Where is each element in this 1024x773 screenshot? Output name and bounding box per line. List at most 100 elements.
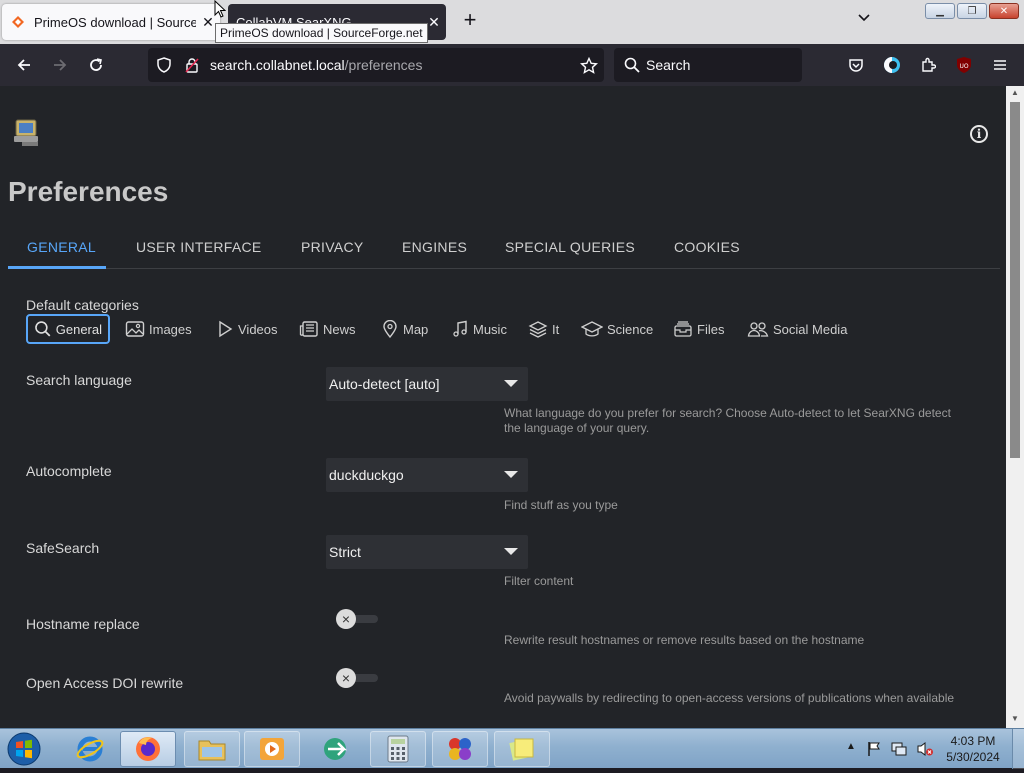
scroll-up-arrow-icon[interactable]: ▲ — [1006, 86, 1024, 100]
category-videos[interactable]: Videos — [216, 314, 278, 344]
start-button[interactable] — [4, 730, 44, 768]
doi-rewrite-toggle[interactable]: × — [336, 667, 378, 689]
search-language-select[interactable]: Auto-detect [auto] — [326, 367, 528, 401]
doi-rewrite-help: Avoid paywalls by redirecting to open-ac… — [504, 691, 955, 705]
safesearch-help: Filter content — [504, 574, 574, 588]
extensions-button[interactable] — [916, 53, 940, 77]
image-icon — [125, 321, 145, 337]
taskbar-firefox[interactable] — [120, 731, 176, 767]
category-news[interactable]: News — [299, 314, 356, 344]
selected-value: duckduckgo — [329, 467, 404, 483]
tab-special-queries[interactable]: SPECIAL QUERIES — [505, 239, 635, 255]
network-icon[interactable] — [890, 741, 908, 757]
restore-button[interactable]: ❐ — [957, 3, 987, 19]
taskbar-internet-explorer[interactable] — [62, 731, 118, 767]
hostname-replace-toggle[interactable]: × — [336, 608, 378, 630]
category-it[interactable]: It — [528, 314, 559, 344]
category-files[interactable]: Files — [673, 314, 724, 344]
browser-tab-sourceforge[interactable]: PrimeOS download | SourceFo ✕ — [2, 4, 220, 40]
reload-button[interactable] — [84, 53, 108, 77]
tab-privacy[interactable]: PRIVACY — [301, 239, 364, 255]
scroll-down-arrow-icon[interactable]: ▼ — [1006, 712, 1024, 726]
back-button[interactable] — [12, 53, 36, 77]
firefox-account-icon — [884, 57, 900, 73]
sourceforge-favicon-icon — [10, 14, 26, 30]
action-center-flag-icon[interactable] — [866, 741, 882, 757]
category-map[interactable]: Map — [381, 314, 428, 344]
new-tab-button[interactable]: + — [458, 9, 482, 33]
tab-engines[interactable]: ENGINES — [402, 239, 467, 255]
url-host: search.collabnet.local — [210, 57, 345, 73]
category-label: It — [552, 321, 560, 337]
forward-button[interactable] — [48, 53, 72, 77]
taskbar-file-explorer[interactable] — [184, 731, 240, 767]
taskbar-app-globe[interactable] — [308, 731, 364, 767]
category-label: General — [55, 321, 102, 337]
windows-start-orb-icon — [7, 732, 41, 766]
taskbar-calculator[interactable] — [370, 731, 426, 767]
url-text[interactable]: search.collabnet.local/preferences — [210, 57, 422, 73]
category-general[interactable]: General — [26, 314, 110, 344]
map-pin-icon — [383, 320, 397, 338]
category-science[interactable]: Science — [581, 314, 653, 344]
category-social-media[interactable]: Social Media — [747, 314, 847, 344]
colorful-app-icon — [449, 738, 471, 760]
navigation-toolbar: search.collabnet.local/preferences Searc… — [0, 44, 1024, 86]
tab-general[interactable]: GENERAL — [27, 239, 96, 255]
insecure-lock-icon[interactable] — [184, 57, 200, 73]
taskbar-app-colorful[interactable] — [432, 731, 488, 767]
taskbar-clock[interactable]: 4:03 PM 5/30/2024 — [940, 733, 1006, 765]
school-icon — [581, 321, 603, 337]
show-hidden-icons-icon[interactable]: ▲ — [846, 741, 856, 752]
category-label: Files — [697, 321, 725, 337]
safesearch-label: SafeSearch — [26, 540, 100, 556]
pocket-button[interactable] — [844, 53, 868, 77]
firefox-icon — [136, 737, 160, 761]
url-path: /preferences — [344, 57, 423, 73]
dropdown-caret-icon — [504, 471, 518, 478]
safesearch-select[interactable]: Strict — [326, 535, 528, 569]
mouse-cursor-icon — [214, 0, 226, 18]
menu-button[interactable] — [988, 53, 1012, 77]
taskbar-media-player[interactable] — [244, 731, 300, 767]
account-button[interactable] — [880, 53, 904, 77]
arrow-right-icon — [54, 59, 67, 71]
active-tab-indicator — [8, 266, 106, 269]
category-music[interactable]: Music — [451, 314, 507, 344]
dropdown-caret-icon — [504, 548, 518, 555]
minimize-button[interactable]: ▁ — [925, 3, 955, 19]
list-all-tabs-button[interactable] — [852, 10, 876, 34]
chevron-down-icon — [858, 14, 870, 22]
category-images[interactable]: Images — [125, 314, 192, 344]
scrollbar-thumb[interactable] — [1010, 102, 1020, 458]
shield-icon[interactable] — [156, 57, 172, 73]
taskbar-sticky-notes[interactable] — [494, 731, 550, 767]
volume-muted-icon[interactable] — [916, 741, 934, 757]
file-tray-icon — [674, 321, 692, 337]
category-label: News — [323, 321, 356, 337]
close-window-button[interactable]: ✕ — [989, 3, 1019, 19]
address-bar[interactable]: search.collabnet.local/preferences — [148, 48, 604, 82]
info-icon[interactable]: i — [970, 125, 988, 143]
play-icon — [219, 320, 233, 338]
bookmark-star-icon[interactable] — [580, 57, 598, 75]
ublock-button[interactable]: UO — [952, 53, 976, 77]
internet-explorer-icon — [76, 736, 104, 762]
doi-rewrite-label: Open Access DOI rewrite — [26, 675, 184, 691]
selected-value: Auto-detect [auto] — [329, 376, 440, 392]
tab-user-interface[interactable]: USER INTERFACE — [136, 239, 262, 255]
svg-text:UO: UO — [959, 63, 968, 70]
tab-strip: PrimeOS download | SourceFo ✕ CollabVM S… — [0, 0, 1024, 44]
autocomplete-select[interactable]: duckduckgo — [326, 458, 528, 492]
category-label: Music — [473, 321, 507, 337]
searxng-logo-icon — [14, 119, 38, 146]
search-icon — [35, 321, 51, 337]
show-desktop-button[interactable] — [1012, 729, 1024, 769]
category-label: Images — [149, 321, 192, 337]
arrow-left-icon — [17, 59, 30, 71]
tab-cookies[interactable]: COOKIES — [674, 239, 740, 255]
page-scrollbar[interactable]: ▲ ▼ — [1006, 86, 1024, 728]
autocomplete-help: Find stuff as you type — [504, 498, 618, 512]
search-bar[interactable]: Search — [614, 48, 802, 82]
ublock-origin-icon: UO — [957, 57, 971, 73]
